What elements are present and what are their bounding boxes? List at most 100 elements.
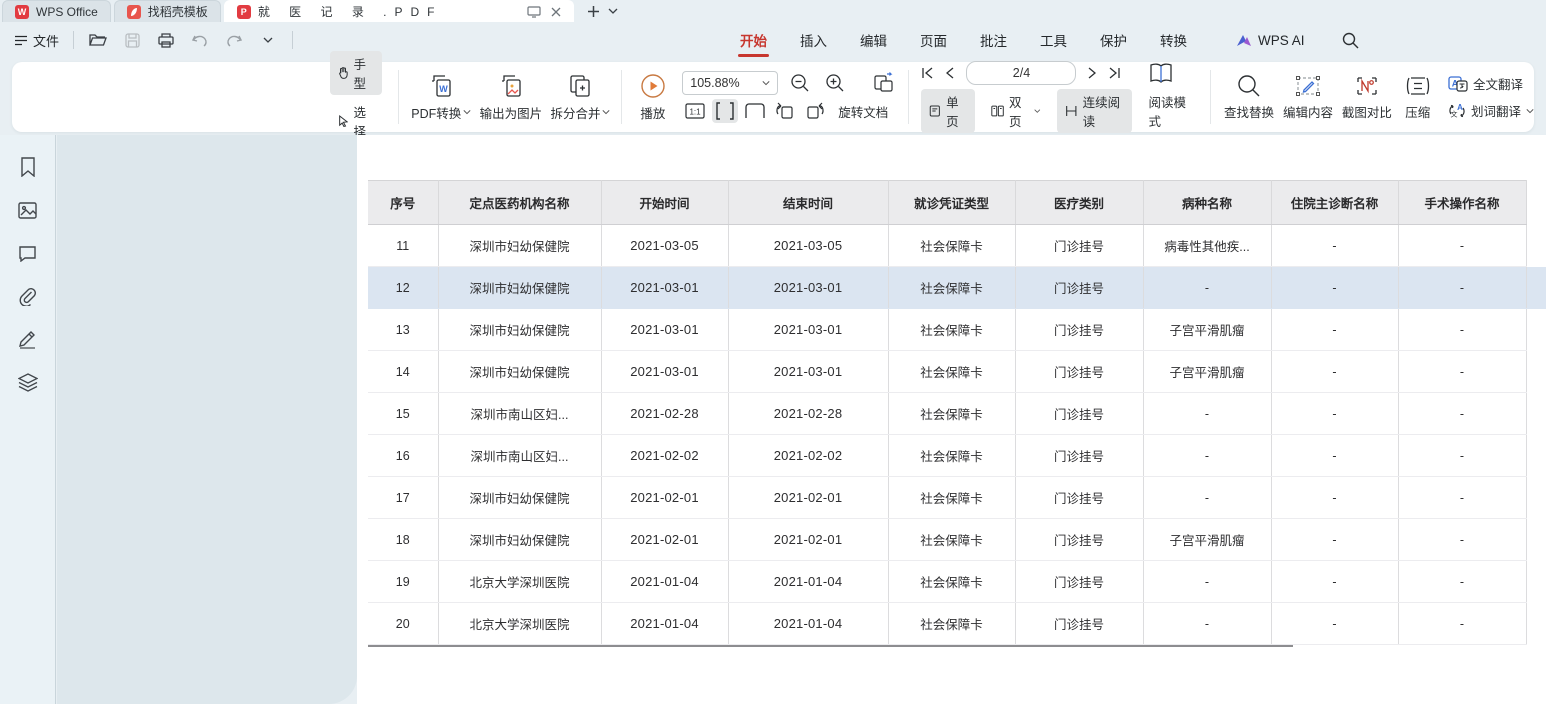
table-cell: 社会保障卡 xyxy=(888,267,1015,309)
table-cell: 2021-03-01 xyxy=(601,351,728,393)
ribbon-tab-工具[interactable]: 工具 xyxy=(1038,22,1069,58)
table-cell: 北京大学深圳医院 xyxy=(438,561,601,603)
table-cell: 门诊挂号 xyxy=(1015,225,1143,267)
ribbon-tab-转换[interactable]: 转换 xyxy=(1158,22,1189,58)
tab-document-pdf[interactable]: P 就 医 记 录 .PDF xyxy=(224,0,574,22)
wps-ai-button[interactable]: WPS AI xyxy=(1236,33,1305,48)
sidebar-icon-strip xyxy=(0,135,56,704)
table-cell: 2021-01-04 xyxy=(601,603,728,645)
tab-wps-office[interactable]: W WPS Office xyxy=(2,0,111,22)
find-replace-button[interactable]: 查找替换 xyxy=(1220,74,1279,121)
table-cell: 2021-02-01 xyxy=(728,519,888,561)
filler-cell xyxy=(1526,519,1546,561)
rotate-doc-button[interactable]: 旋转文档 xyxy=(838,102,888,121)
table-cell: 2021-03-01 xyxy=(601,309,728,351)
zoom-level-input[interactable]: 105.88% xyxy=(682,71,778,95)
filler-cell xyxy=(1526,267,1546,309)
table-cell: - xyxy=(1143,435,1271,477)
monitor-icon[interactable] xyxy=(527,6,541,18)
word-translate-button[interactable]: A文 划词翻译 xyxy=(1448,101,1534,120)
table-cell: 2021-02-01 xyxy=(601,519,728,561)
ribbon-tab-批注[interactable]: 批注 xyxy=(978,22,1009,58)
table-cell: 2021-02-02 xyxy=(601,435,728,477)
table-cell: 深圳市妇幼保健院 xyxy=(438,477,601,519)
compress-button[interactable]: 压缩 xyxy=(1396,74,1439,121)
play-button[interactable]: 播放 xyxy=(632,73,673,122)
tab-docer-templates[interactable]: 找稻壳模板 xyxy=(114,0,221,22)
split-merge-label: 拆分合并 xyxy=(550,103,600,122)
new-tab-button[interactable] xyxy=(587,5,600,18)
ribbon-tab-保护[interactable]: 保护 xyxy=(1098,22,1129,58)
document-page[interactable]: 序号定点医药机构名称开始时间结束时间就诊凭证类型医疗类别病种名称住院主诊断名称手… xyxy=(357,135,1546,704)
edit-content-button[interactable]: 编辑内容 xyxy=(1279,74,1338,121)
zoom-out-button[interactable] xyxy=(787,71,813,95)
close-tab-icon[interactable] xyxy=(551,7,561,17)
bookmark-icon[interactable] xyxy=(16,155,40,179)
prev-page-button[interactable] xyxy=(946,67,954,79)
rotate-right-button[interactable] xyxy=(802,99,828,123)
table-cell: - xyxy=(1271,225,1398,267)
more-tools-chevron-icon[interactable] xyxy=(258,30,278,50)
page-number-input[interactable]: 2/4 xyxy=(966,61,1076,85)
table-cell: 20 xyxy=(368,603,438,645)
ribbon-tab-编辑[interactable]: 编辑 xyxy=(858,22,889,58)
export-image-button[interactable]: 输出为图片 xyxy=(476,73,546,122)
table-cell: 2021-03-01 xyxy=(728,267,888,309)
table-cell: - xyxy=(1271,393,1398,435)
fit-page-button[interactable] xyxy=(742,99,768,123)
tab-label: 就 医 记 录 .PDF xyxy=(258,3,443,20)
search-icon[interactable] xyxy=(1342,32,1359,49)
ribbon-tab-开始[interactable]: 开始 xyxy=(738,22,769,58)
tab-list-chevron-icon[interactable] xyxy=(608,8,618,14)
comment-icon[interactable] xyxy=(16,241,40,265)
read-mode-icon xyxy=(1149,62,1173,84)
filler-cell xyxy=(1526,309,1546,351)
screenshot-compare-button[interactable]: 截图对比 xyxy=(1337,74,1396,121)
next-page-button[interactable] xyxy=(1088,67,1096,79)
layers-icon[interactable] xyxy=(16,370,40,394)
open-file-icon[interactable] xyxy=(88,30,108,50)
redo-icon[interactable] xyxy=(224,30,244,50)
full-translate-button[interactable]: A 全文翻译 xyxy=(1448,74,1523,93)
table-cell: - xyxy=(1271,351,1398,393)
chevron-down-icon xyxy=(1526,107,1534,115)
print-icon[interactable] xyxy=(156,30,176,50)
ribbon-tab-插入[interactable]: 插入 xyxy=(798,22,829,58)
table-cell: - xyxy=(1143,561,1271,603)
double-page-button[interactable]: 双页 xyxy=(983,89,1049,133)
screenshot-compare-label: 截图对比 xyxy=(1342,102,1392,121)
docer-icon xyxy=(127,5,141,19)
pdf-file-icon: P xyxy=(237,5,251,19)
zoom-in-button[interactable] xyxy=(822,71,848,95)
table-row: 12深圳市妇幼保健院2021-03-012021-03-01社会保障卡门诊挂号-… xyxy=(368,267,1546,309)
ribbon-tab-页面[interactable]: 页面 xyxy=(918,22,949,58)
read-mode-button[interactable]: 阅读模式 xyxy=(1140,89,1199,133)
table-cell: - xyxy=(1398,477,1526,519)
image-icon[interactable] xyxy=(16,198,40,222)
rotate-left-button[interactable] xyxy=(772,99,798,123)
fit-width-button[interactable] xyxy=(712,99,738,123)
file-menu-label: 文件 xyxy=(33,31,59,50)
hand-tool-button[interactable]: 手型 xyxy=(330,51,383,95)
save-icon[interactable] xyxy=(122,30,142,50)
last-page-button[interactable] xyxy=(1108,67,1121,79)
table-cell: 门诊挂号 xyxy=(1015,267,1143,309)
table-cell: 16 xyxy=(368,435,438,477)
undo-icon[interactable] xyxy=(190,30,210,50)
continuous-read-button[interactable]: 连续阅读 xyxy=(1057,89,1132,133)
signature-icon[interactable] xyxy=(16,327,40,351)
side-panel[interactable] xyxy=(57,135,357,704)
zoom-level-value: 105.88% xyxy=(690,76,739,90)
split-merge-button[interactable]: 拆分合并 xyxy=(546,73,616,122)
find-replace-icon xyxy=(1237,74,1261,98)
chevron-down-icon xyxy=(1034,107,1041,115)
tab-label: WPS Office xyxy=(36,5,98,19)
table-cell: 社会保障卡 xyxy=(888,393,1015,435)
pdf-convert-button[interactable]: W PDF转换 xyxy=(406,73,476,122)
file-menu-button[interactable]: 文件 xyxy=(14,31,59,50)
first-page-button[interactable] xyxy=(921,67,934,79)
attachment-icon[interactable] xyxy=(16,284,40,308)
actual-size-button[interactable]: 1:1 xyxy=(682,99,708,123)
single-page-button[interactable]: 单页 xyxy=(921,89,974,133)
divider xyxy=(73,31,74,49)
